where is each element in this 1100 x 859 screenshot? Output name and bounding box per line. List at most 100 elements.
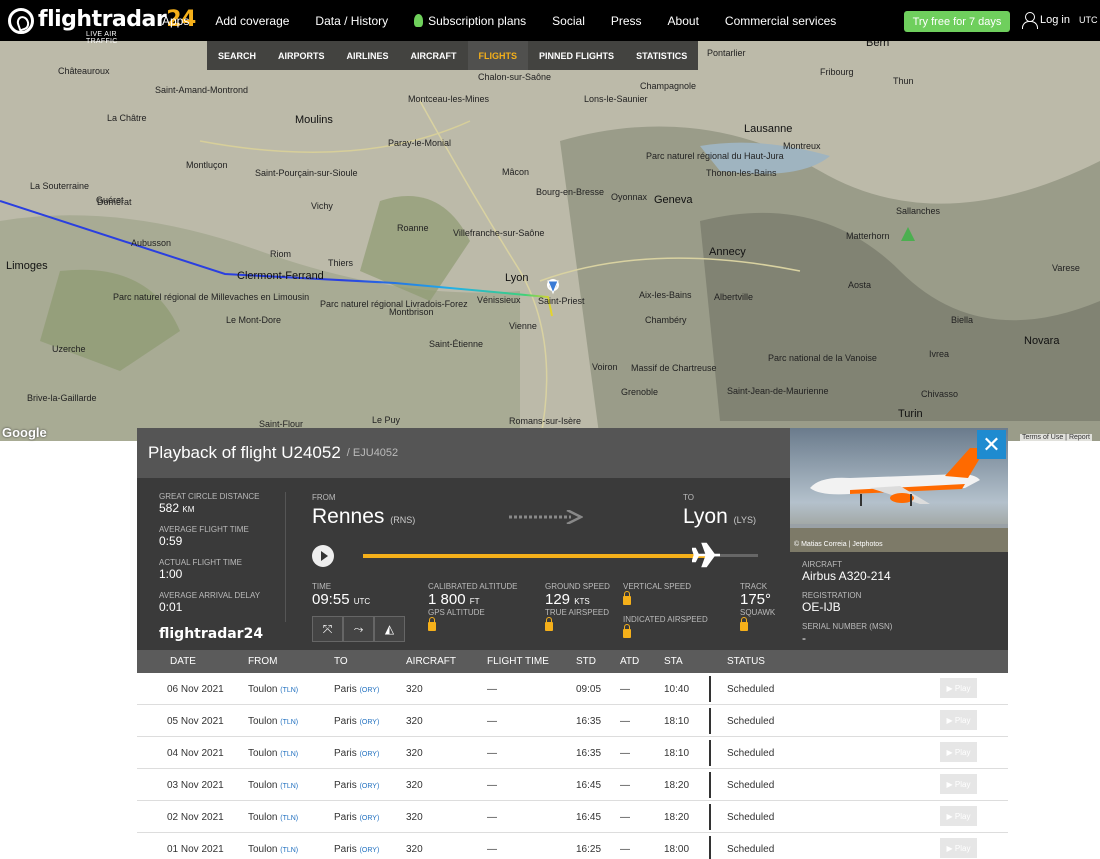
- cell-to[interactable]: Paris (ORY): [334, 716, 379, 727]
- table-row[interactable]: 03 Nov 2021 Toulon (TLN) Paris (ORY) 320 — 16…: [137, 769, 1008, 801]
- table-row[interactable]: 05 Nov 2021 Toulon (TLN) Paris (ORY) 320 — 16…: [137, 705, 1008, 737]
- cell-status: Scheduled: [727, 812, 775, 823]
- subnav-statistics[interactable]: STATISTICS: [625, 41, 699, 70]
- route-arrow-icon: [509, 510, 583, 524]
- cell-std: 16:45: [576, 812, 602, 823]
- cell-from[interactable]: Toulon (TLN): [248, 716, 298, 727]
- play-button[interactable]: ▶ Play: [940, 710, 977, 730]
- map-label: Le Mont-Dore: [226, 315, 282, 325]
- lock-icon[interactable]: [545, 617, 553, 631]
- cell-sta: 18:10: [664, 716, 690, 727]
- cell-status: Scheduled: [727, 684, 775, 695]
- play-button[interactable]: ▶ Play: [940, 742, 977, 762]
- cell-to[interactable]: Paris (ORY): [334, 844, 379, 855]
- nav-commercial-services[interactable]: Commercial services: [725, 14, 836, 28]
- close-icon[interactable]: ✕: [977, 430, 1006, 459]
- track-field: TRACK 175° SQUAWK: [740, 582, 775, 636]
- subnav-aircraft[interactable]: AIRCRAFT: [399, 41, 468, 70]
- col-status: STATUS: [727, 656, 765, 667]
- map-label: Oyonnax: [611, 192, 648, 202]
- subnav-airports[interactable]: AIRPORTS: [267, 41, 336, 70]
- nav-press[interactable]: Press: [611, 14, 642, 28]
- map-label: Saint-Priest: [538, 296, 585, 306]
- nav-subscription-plans[interactable]: Subscription plans: [414, 14, 526, 28]
- playback-panel: Playback of flight U24052 / EJU4052 © Ma…: [137, 428, 1008, 650]
- fullscreen-icon[interactable]: ⤧: [312, 616, 343, 642]
- cell-flight-time: —: [487, 748, 497, 759]
- map-label: Saint-Jean-de-Maurienne: [727, 386, 829, 396]
- cell-atd: —: [620, 780, 630, 791]
- play-button[interactable]: ▶ Play: [940, 806, 977, 826]
- cell-date: 03 Nov 2021: [167, 780, 224, 791]
- nav-about[interactable]: About: [668, 14, 699, 28]
- nav-social[interactable]: Social: [552, 14, 585, 28]
- col-to: TO: [334, 656, 348, 667]
- map-label: La Souterraine: [30, 181, 90, 191]
- flightradar24-logo[interactable]: flightradar24 LIVE AIR TRAFFIC: [8, 5, 196, 45]
- map-label: Matterhorn: [846, 231, 890, 241]
- cell-from[interactable]: Toulon (TLN): [248, 812, 298, 823]
- aircraft-info: AIRCRAFT Airbus A320-214 REGISTRATION OE…: [790, 552, 1008, 650]
- destination-airport[interactable]: Lyon (LYS): [683, 505, 756, 529]
- aircraft-photo[interactable]: © Matias Correia | Jetphotos: [790, 428, 1008, 552]
- main-nav: Apps Add coverage Data / History Subscri…: [162, 0, 862, 41]
- map-label: Vénissieux: [477, 295, 521, 305]
- try-free-button[interactable]: Try free for 7 days: [904, 11, 1010, 32]
- aircraft-type: Airbus A320-214: [802, 569, 891, 583]
- play-button[interactable]: ▶ Play: [940, 838, 977, 858]
- cell-to[interactable]: Paris (ORY): [334, 780, 379, 791]
- row-separator: [709, 740, 711, 766]
- play-icon[interactable]: [312, 545, 334, 567]
- photo-credit: © Matias Correia | Jetphotos: [794, 541, 883, 548]
- map-label: Limoges: [6, 260, 48, 272]
- play-button[interactable]: ▶ Play: [940, 774, 977, 794]
- cell-to[interactable]: Paris (ORY): [334, 684, 379, 695]
- col-aircraft: AIRCRAFT: [406, 656, 456, 667]
- map-label: Saint-Pourçain-sur-Sioule: [255, 168, 358, 178]
- table-row[interactable]: 06 Nov 2021 Toulon (TLN) Paris (ORY) 320 — 09…: [137, 673, 1008, 705]
- cell-from[interactable]: Toulon (TLN): [248, 780, 298, 791]
- lock-icon[interactable]: [428, 617, 436, 631]
- cell-from[interactable]: Toulon (TLN): [248, 748, 298, 759]
- aircraft-registration[interactable]: OE-IJB: [802, 600, 996, 614]
- cell-to[interactable]: Paris (ORY): [334, 812, 379, 823]
- stat-value: 0:01: [159, 600, 183, 614]
- utc-toggle[interactable]: UTC: [1079, 15, 1098, 25]
- cell-aircraft: 320: [406, 748, 423, 759]
- lock-icon[interactable]: [623, 591, 631, 605]
- graph-icon[interactable]: ◭: [374, 616, 405, 642]
- cell-to[interactable]: Paris (ORY): [334, 748, 379, 759]
- row-separator: [709, 772, 711, 798]
- map-label: Novara: [1024, 335, 1060, 347]
- map-label: Grenoble: [621, 387, 659, 397]
- subnav-search[interactable]: SEARCH: [207, 41, 268, 70]
- divider: [285, 492, 286, 622]
- cell-from[interactable]: Toulon (TLN): [248, 684, 298, 695]
- nav-apps[interactable]: Apps: [162, 14, 189, 28]
- lock-icon[interactable]: [740, 617, 748, 631]
- table-row[interactable]: 04 Nov 2021 Toulon (TLN) Paris (ORY) 320 — 16…: [137, 737, 1008, 769]
- subnav-flights[interactable]: FLIGHTS: [467, 41, 529, 70]
- lock-icon[interactable]: [623, 624, 631, 638]
- subnav-airlines[interactable]: AIRLINES: [335, 41, 400, 70]
- subnav-pinned-flights[interactable]: PINNED FLIGHTS: [528, 41, 626, 70]
- map-label: Brive-la-Gaillarde: [27, 393, 97, 403]
- ground-speed-field: GROUND SPEED 129 KTS TRUE AIRSPEED: [545, 582, 610, 636]
- terms-of-use-link[interactable]: Terms of Use | Report: [1020, 434, 1092, 441]
- origin-airport[interactable]: Rennes (RNS): [312, 505, 415, 529]
- map-label: Guéret: [96, 195, 124, 205]
- table-row[interactable]: 02 Nov 2021 Toulon (TLN) Paris (ORY) 320 — 16…: [137, 801, 1008, 833]
- cell-flight-time: —: [487, 716, 497, 727]
- map-label: Uzerche: [52, 344, 86, 354]
- cell-from[interactable]: Toulon (TLN): [248, 844, 298, 855]
- nav-add-coverage[interactable]: Add coverage: [215, 14, 289, 28]
- nav-data-history[interactable]: Data / History: [315, 14, 388, 28]
- table-row[interactable]: 01 Nov 2021 Toulon (TLN) Paris (ORY) 320 — 16…: [137, 833, 1008, 859]
- airplane-icon[interactable]: [692, 542, 722, 568]
- play-button[interactable]: ▶ Play: [940, 678, 977, 698]
- map-label: Châteauroux: [58, 66, 110, 76]
- route-icon[interactable]: ⤳: [343, 616, 374, 642]
- login-button[interactable]: Log in: [1022, 12, 1070, 29]
- cell-status: Scheduled: [727, 716, 775, 727]
- flight-map[interactable]: Châteauroux Saint-Amand-Montrond Moulins…: [0, 41, 1100, 441]
